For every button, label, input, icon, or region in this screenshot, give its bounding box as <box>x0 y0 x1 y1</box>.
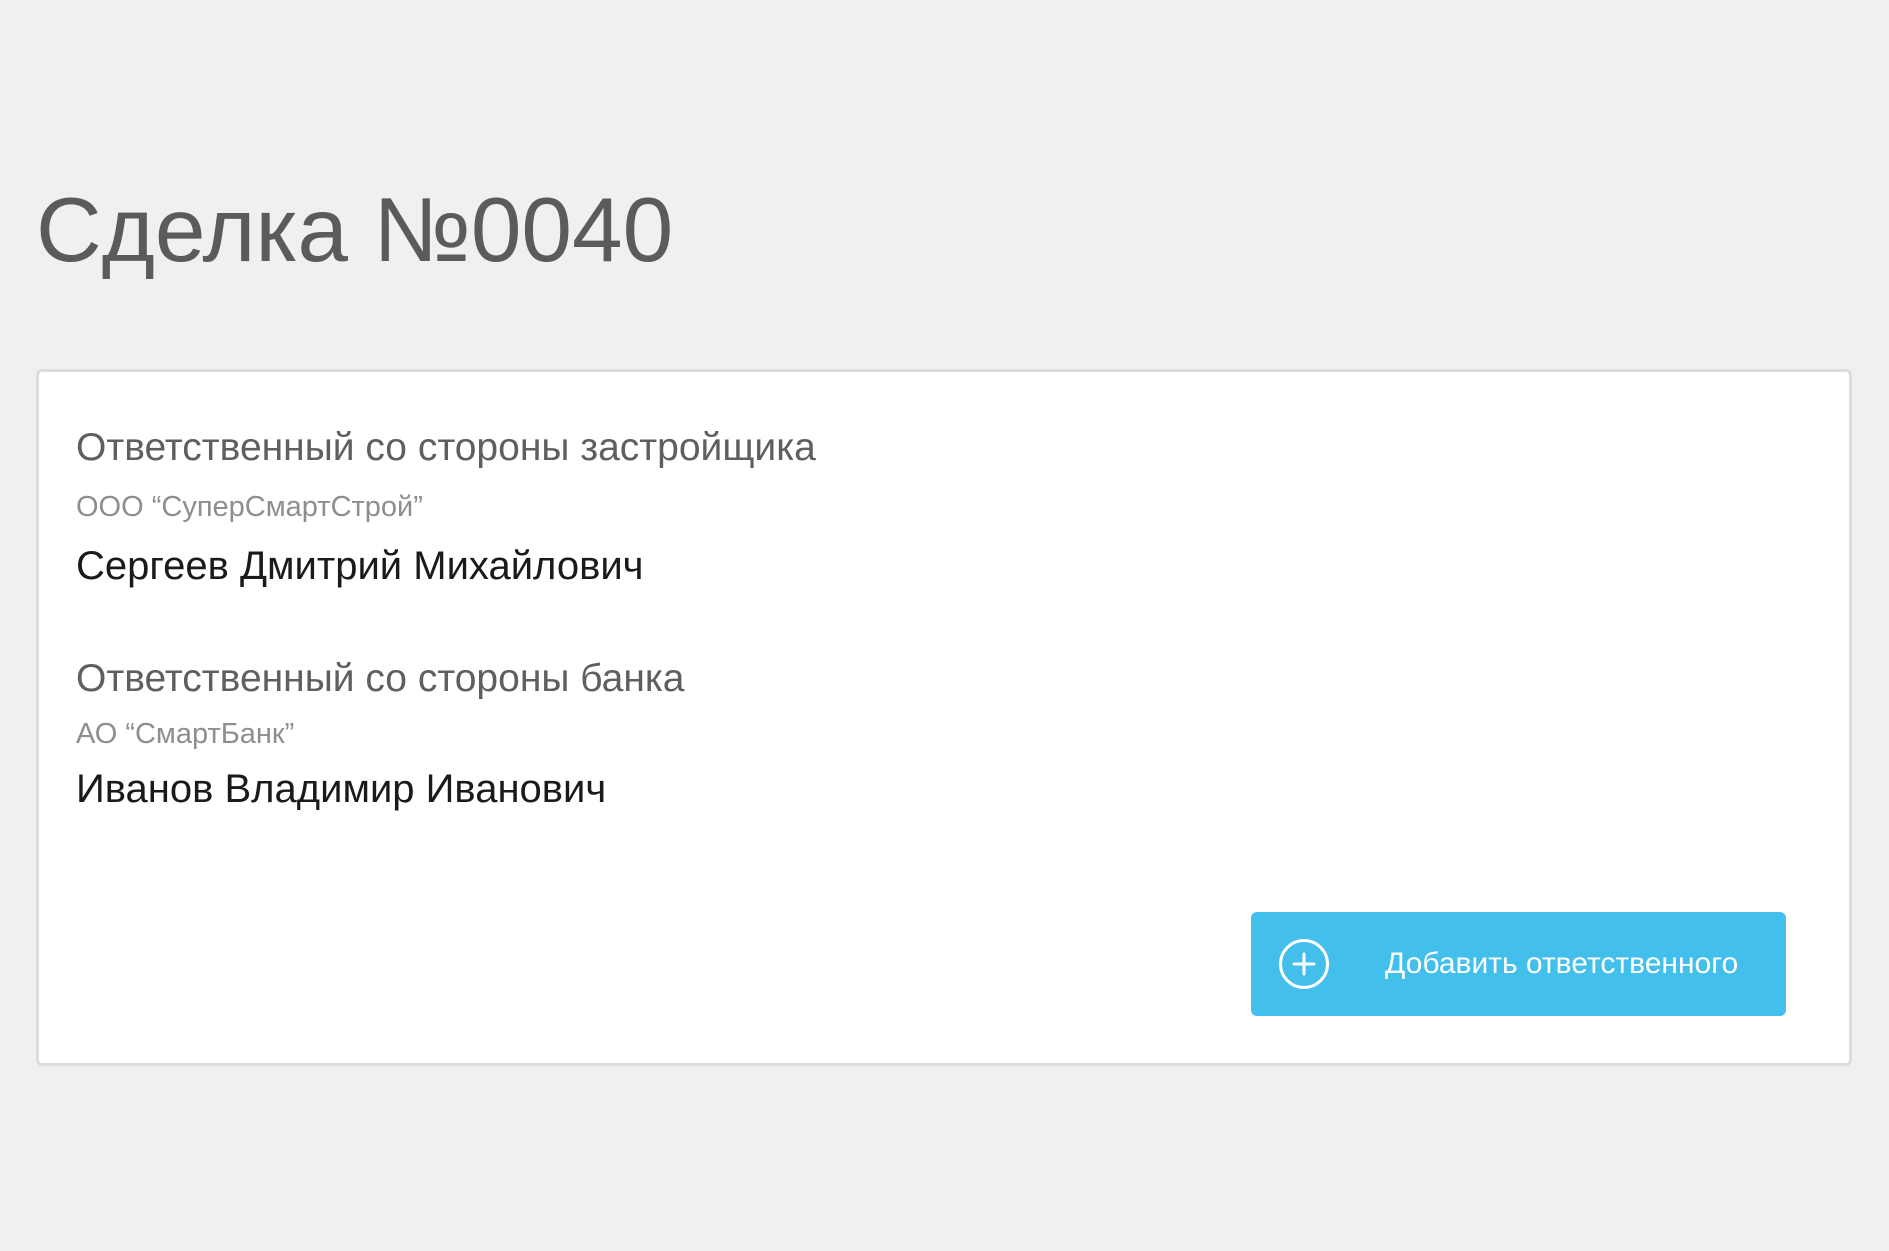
developer-section-heading: Ответственный со стороны застройщика <box>76 426 816 469</box>
add-responsible-label: Добавить ответственного <box>1385 947 1739 980</box>
bank-person-name: Иванов Владимир Иванович <box>76 767 607 811</box>
developer-organization: ООО “СуперСмартСтрой” <box>76 491 423 523</box>
responsibles-card: Ответственный со стороны застройщика ООО… <box>36 369 1852 1066</box>
plus-circle-icon <box>1279 939 1329 989</box>
developer-person-name: Сергеев Дмитрий Михайлович <box>76 544 644 588</box>
bank-section-heading: Ответственный со стороны банка <box>76 657 685 700</box>
bank-responsible-section: Ответственный со стороны банка АО “Смарт… <box>76 655 685 814</box>
developer-responsible-section: Ответственный со стороны застройщика ООО… <box>76 424 816 591</box>
add-responsible-button[interactable]: Добавить ответственного <box>1251 912 1786 1016</box>
bank-organization: АО “СмартБанк” <box>76 718 295 750</box>
page-title: Сделка №0040 <box>36 180 674 281</box>
